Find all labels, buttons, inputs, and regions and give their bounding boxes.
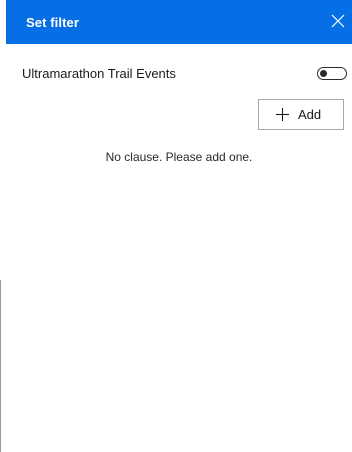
filter-toggle[interactable] <box>317 67 347 80</box>
add-clause-button[interactable]: Add <box>258 99 344 130</box>
plus-icon <box>276 108 289 121</box>
dialog-header: Set filter <box>6 0 352 44</box>
left-edge-border <box>0 280 1 452</box>
layer-row: Ultramarathon Trail Events <box>22 64 347 84</box>
toggle-knob <box>320 69 327 77</box>
close-button[interactable] <box>329 12 347 30</box>
add-button-label: Add <box>298 107 322 122</box>
dialog-title: Set filter <box>26 15 80 30</box>
empty-clause-message: No clause. Please add one. <box>105 150 253 164</box>
close-icon <box>331 14 345 28</box>
layer-name: Ultramarathon Trail Events <box>22 66 176 81</box>
